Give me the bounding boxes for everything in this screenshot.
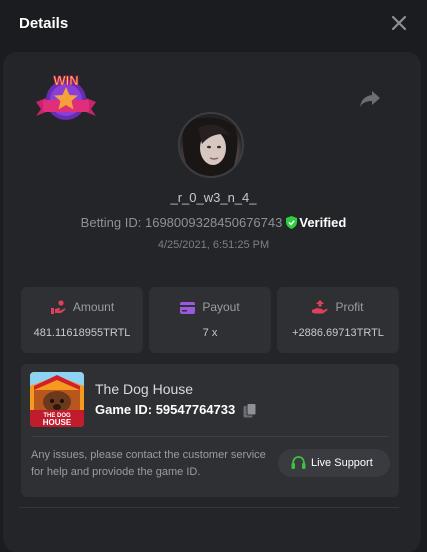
- betting-id-row: Betting ID: 1698009328450676743 Verified: [0, 215, 427, 230]
- avatar-image: [182, 117, 238, 176]
- game-thumbnail-image: THE DOG HOUSE: [30, 372, 84, 427]
- live-support-button[interactable]: Live Support: [278, 449, 390, 477]
- share-icon[interactable]: [358, 88, 382, 110]
- close-icon[interactable]: [389, 13, 409, 33]
- stat-payout-label: Payout: [202, 300, 240, 314]
- verified-label: Verified: [299, 215, 347, 230]
- avatar: [178, 112, 244, 178]
- stat-profit-label: Profit: [335, 300, 364, 314]
- betting-id-label: Betting ID:: [80, 215, 145, 230]
- game-id-value: 59547764733: [155, 402, 236, 417]
- headset-icon: [291, 456, 306, 469]
- profit-hand-icon: [312, 300, 329, 314]
- page-title: Details: [19, 15, 69, 32]
- bottom-divider: [19, 507, 399, 508]
- verified-shield-icon: [286, 216, 298, 229]
- stat-amount: Amount 481.11618955TRTL: [21, 287, 143, 353]
- support-message: Any issues, please contact the customer …: [31, 449, 266, 478]
- game-name: The Dog House: [95, 381, 194, 397]
- stat-profit: Profit +2886.69713TRTL: [277, 287, 399, 353]
- copy-icon[interactable]: [243, 403, 257, 418]
- betting-id-value: 1698009328450676743: [144, 215, 283, 230]
- stat-profit-value: +2886.69713TRTL: [292, 327, 384, 339]
- username: _r_0_w3_n_4_: [170, 190, 257, 205]
- win-badge-text: WIN: [53, 73, 78, 88]
- game-id-label: Game ID:: [95, 402, 156, 417]
- hand-coins-icon: [50, 300, 66, 314]
- thumb-title-line2: HOUSE: [43, 418, 72, 427]
- bet-datetime: 4/25/2021, 6:51:25 PM: [157, 239, 270, 251]
- game-thumbnail[interactable]: THE DOG HOUSE: [30, 372, 84, 427]
- game-id-row: Game ID: 59547764733: [95, 402, 235, 417]
- card-icon: [180, 302, 196, 314]
- details-header: Details: [0, 0, 427, 48]
- stat-payout: Payout 7 x: [149, 287, 271, 353]
- divider: [31, 436, 389, 437]
- stat-amount-value: 481.11618955TRTL: [33, 327, 131, 339]
- live-support-label: Live Support: [311, 457, 373, 469]
- stat-payout-value: 7 x: [202, 327, 218, 339]
- win-badge-icon: WIN: [36, 73, 96, 120]
- stat-amount-label: Amount: [72, 300, 115, 314]
